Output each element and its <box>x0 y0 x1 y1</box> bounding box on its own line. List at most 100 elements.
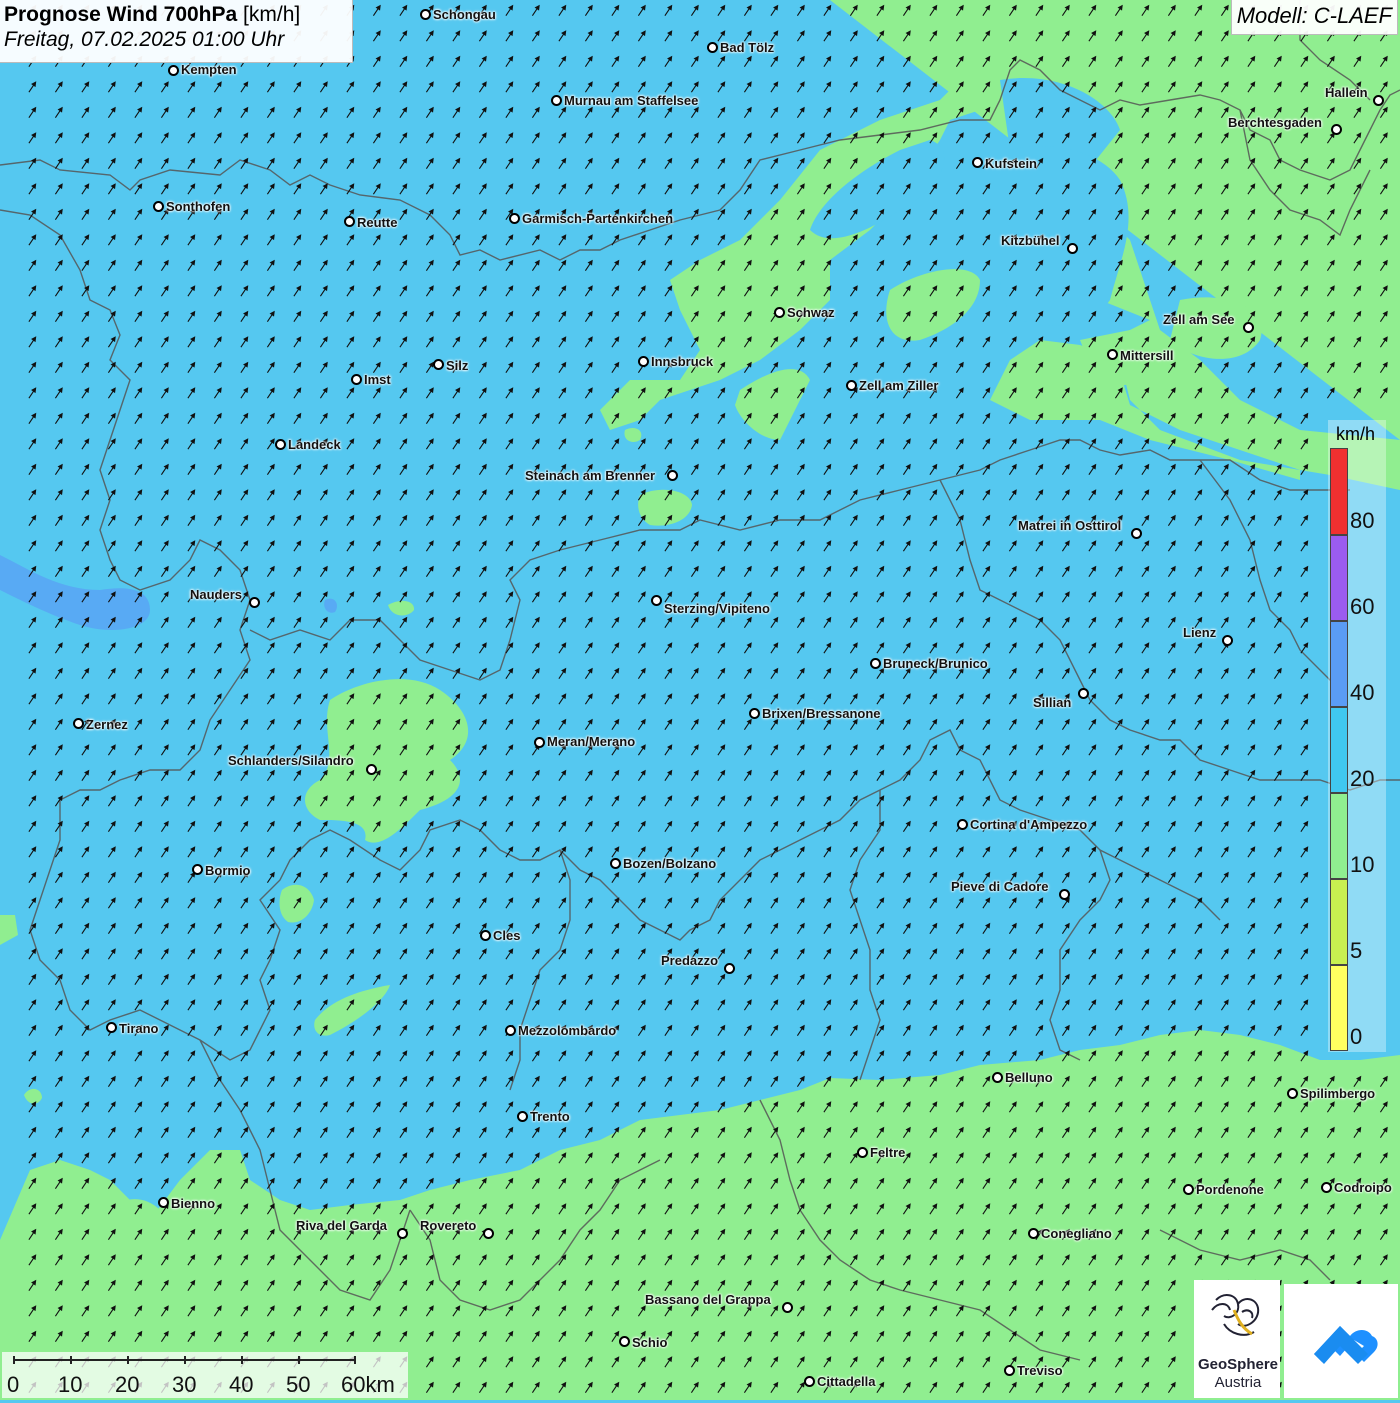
city-label: Mittersill <box>1120 348 1173 363</box>
city-label: Bozen/Bolzano <box>623 856 716 871</box>
city-label: Garmisch-Partenkirchen <box>522 211 673 226</box>
city-label: Cles <box>493 928 520 943</box>
city-label: Bienno <box>171 1196 215 1211</box>
map-subtitle: Freitag, 07.02.2025 01:00 Uhr <box>4 28 348 52</box>
map-title-unit: [km/h] <box>243 3 300 26</box>
scale-label: 60km <box>341 1372 395 1398</box>
city-marker <box>168 65 179 76</box>
city-label: Nauders <box>190 587 242 602</box>
map-title-main: Prognose Wind 700hPa <box>4 3 237 26</box>
city-label: Reutte <box>357 215 397 230</box>
city-label: Codroipo <box>1334 1180 1392 1195</box>
city-marker <box>667 470 678 481</box>
city-marker <box>972 157 983 168</box>
city-label: Rovereto <box>420 1218 476 1233</box>
map-title-box: Prognose Wind 700hPa [km/h] Freitag, 07.… <box>0 0 353 63</box>
city-label: Sonthofen <box>166 199 230 214</box>
legend-label: 0 <box>1350 1024 1362 1050</box>
legend-label: 80 <box>1350 508 1374 534</box>
city-marker <box>774 307 785 318</box>
city-marker <box>1222 635 1233 646</box>
city-label: Zell am See <box>1163 312 1235 327</box>
city-label: Mezzolombardo <box>518 1023 616 1038</box>
city-marker <box>1321 1182 1332 1193</box>
city-label: Conegliano <box>1041 1226 1112 1241</box>
city-label: Lienz <box>1183 625 1216 640</box>
city-marker <box>420 9 431 20</box>
city-marker <box>724 963 735 974</box>
city-label: Kitzbühel <box>1001 233 1060 248</box>
city-label: Brixen/Bressanone <box>762 706 881 721</box>
city-marker <box>397 1228 408 1239</box>
legend-label: 20 <box>1350 766 1374 792</box>
city-marker <box>992 1072 1003 1083</box>
city-marker <box>275 439 286 450</box>
city-label: Tirano <box>119 1021 159 1036</box>
city-label: Bad Tölz <box>720 40 774 55</box>
city-marker <box>509 213 520 224</box>
legend-label: 5 <box>1350 938 1362 964</box>
city-marker <box>749 708 760 719</box>
city-label: Landeck <box>288 437 341 452</box>
city-label: Kempten <box>181 62 237 77</box>
city-marker <box>707 42 718 53</box>
city-label: Pordenone <box>1196 1182 1264 1197</box>
scale-label: 10 <box>58 1372 82 1398</box>
city-marker <box>192 864 203 875</box>
city-label: Imst <box>364 372 391 387</box>
city-marker <box>1243 322 1254 333</box>
city-label: Zernez <box>86 717 128 732</box>
city-marker <box>846 380 857 391</box>
city-marker <box>153 201 164 212</box>
city-label: Trento <box>530 1109 570 1124</box>
city-label: Cittadella <box>817 1374 876 1389</box>
city-label: Belluno <box>1005 1070 1053 1085</box>
city-marker <box>1331 124 1342 135</box>
city-marker <box>517 1111 528 1122</box>
scale-label: 30 <box>172 1372 196 1398</box>
legend-swatch-80 <box>1330 448 1348 535</box>
model-label: Modell: C-LAEF <box>1231 0 1398 35</box>
city-marker <box>351 374 362 385</box>
city-marker <box>1078 688 1089 699</box>
legend-swatch-40 <box>1330 621 1348 707</box>
city-marker <box>480 930 491 941</box>
city-label: Bruneck/Brunico <box>883 656 988 671</box>
city-label: Steinach am Brenner <box>525 468 655 483</box>
weather-app-logo[interactable] <box>1284 1284 1398 1398</box>
city-label: Hallein <box>1325 85 1368 100</box>
city-marker <box>804 1376 815 1387</box>
city-marker <box>638 356 649 367</box>
legend-swatch-0 <box>1330 965 1348 1051</box>
city-marker <box>433 359 444 370</box>
city-label: Schio <box>632 1335 667 1350</box>
city-label: Predazzo <box>661 953 718 968</box>
city-label: Pieve di Cadore <box>951 879 1049 894</box>
weather-app-icon <box>1284 1284 1398 1398</box>
city-label: Silz <box>446 358 468 373</box>
geosphere-logo-subtext: Austria <box>1196 1374 1280 1391</box>
city-marker <box>1059 889 1070 900</box>
city-label: Murnau am Staffelsee <box>564 93 698 108</box>
city-label: Schlanders/Silandro <box>228 753 354 768</box>
geosphere-logo-text: GeoSphere <box>1196 1356 1280 1373</box>
legend-label: 60 <box>1350 594 1374 620</box>
city-marker <box>1028 1228 1039 1239</box>
city-label: Spilimbergo <box>1300 1086 1375 1101</box>
city-label: Sillian <box>1033 695 1071 710</box>
city-label: Bassano del Grappa <box>645 1292 771 1307</box>
city-label: Cortina d'Ampezzo <box>970 817 1087 832</box>
city-marker <box>249 597 260 608</box>
city-label: Schwaz <box>787 305 835 320</box>
legend-label: 10 <box>1350 852 1374 878</box>
city-label: Innsbruck <box>651 354 713 369</box>
city-marker <box>73 718 84 729</box>
scale-label: 40 <box>229 1372 253 1398</box>
city-marker <box>782 1302 793 1313</box>
geosphere-emblem-icon <box>1194 1280 1280 1360</box>
city-label: Zell am Ziller <box>859 378 938 393</box>
city-label: Treviso <box>1017 1363 1063 1378</box>
legend-swatch-20 <box>1330 707 1348 793</box>
city-marker <box>158 1197 169 1208</box>
city-marker <box>610 858 621 869</box>
